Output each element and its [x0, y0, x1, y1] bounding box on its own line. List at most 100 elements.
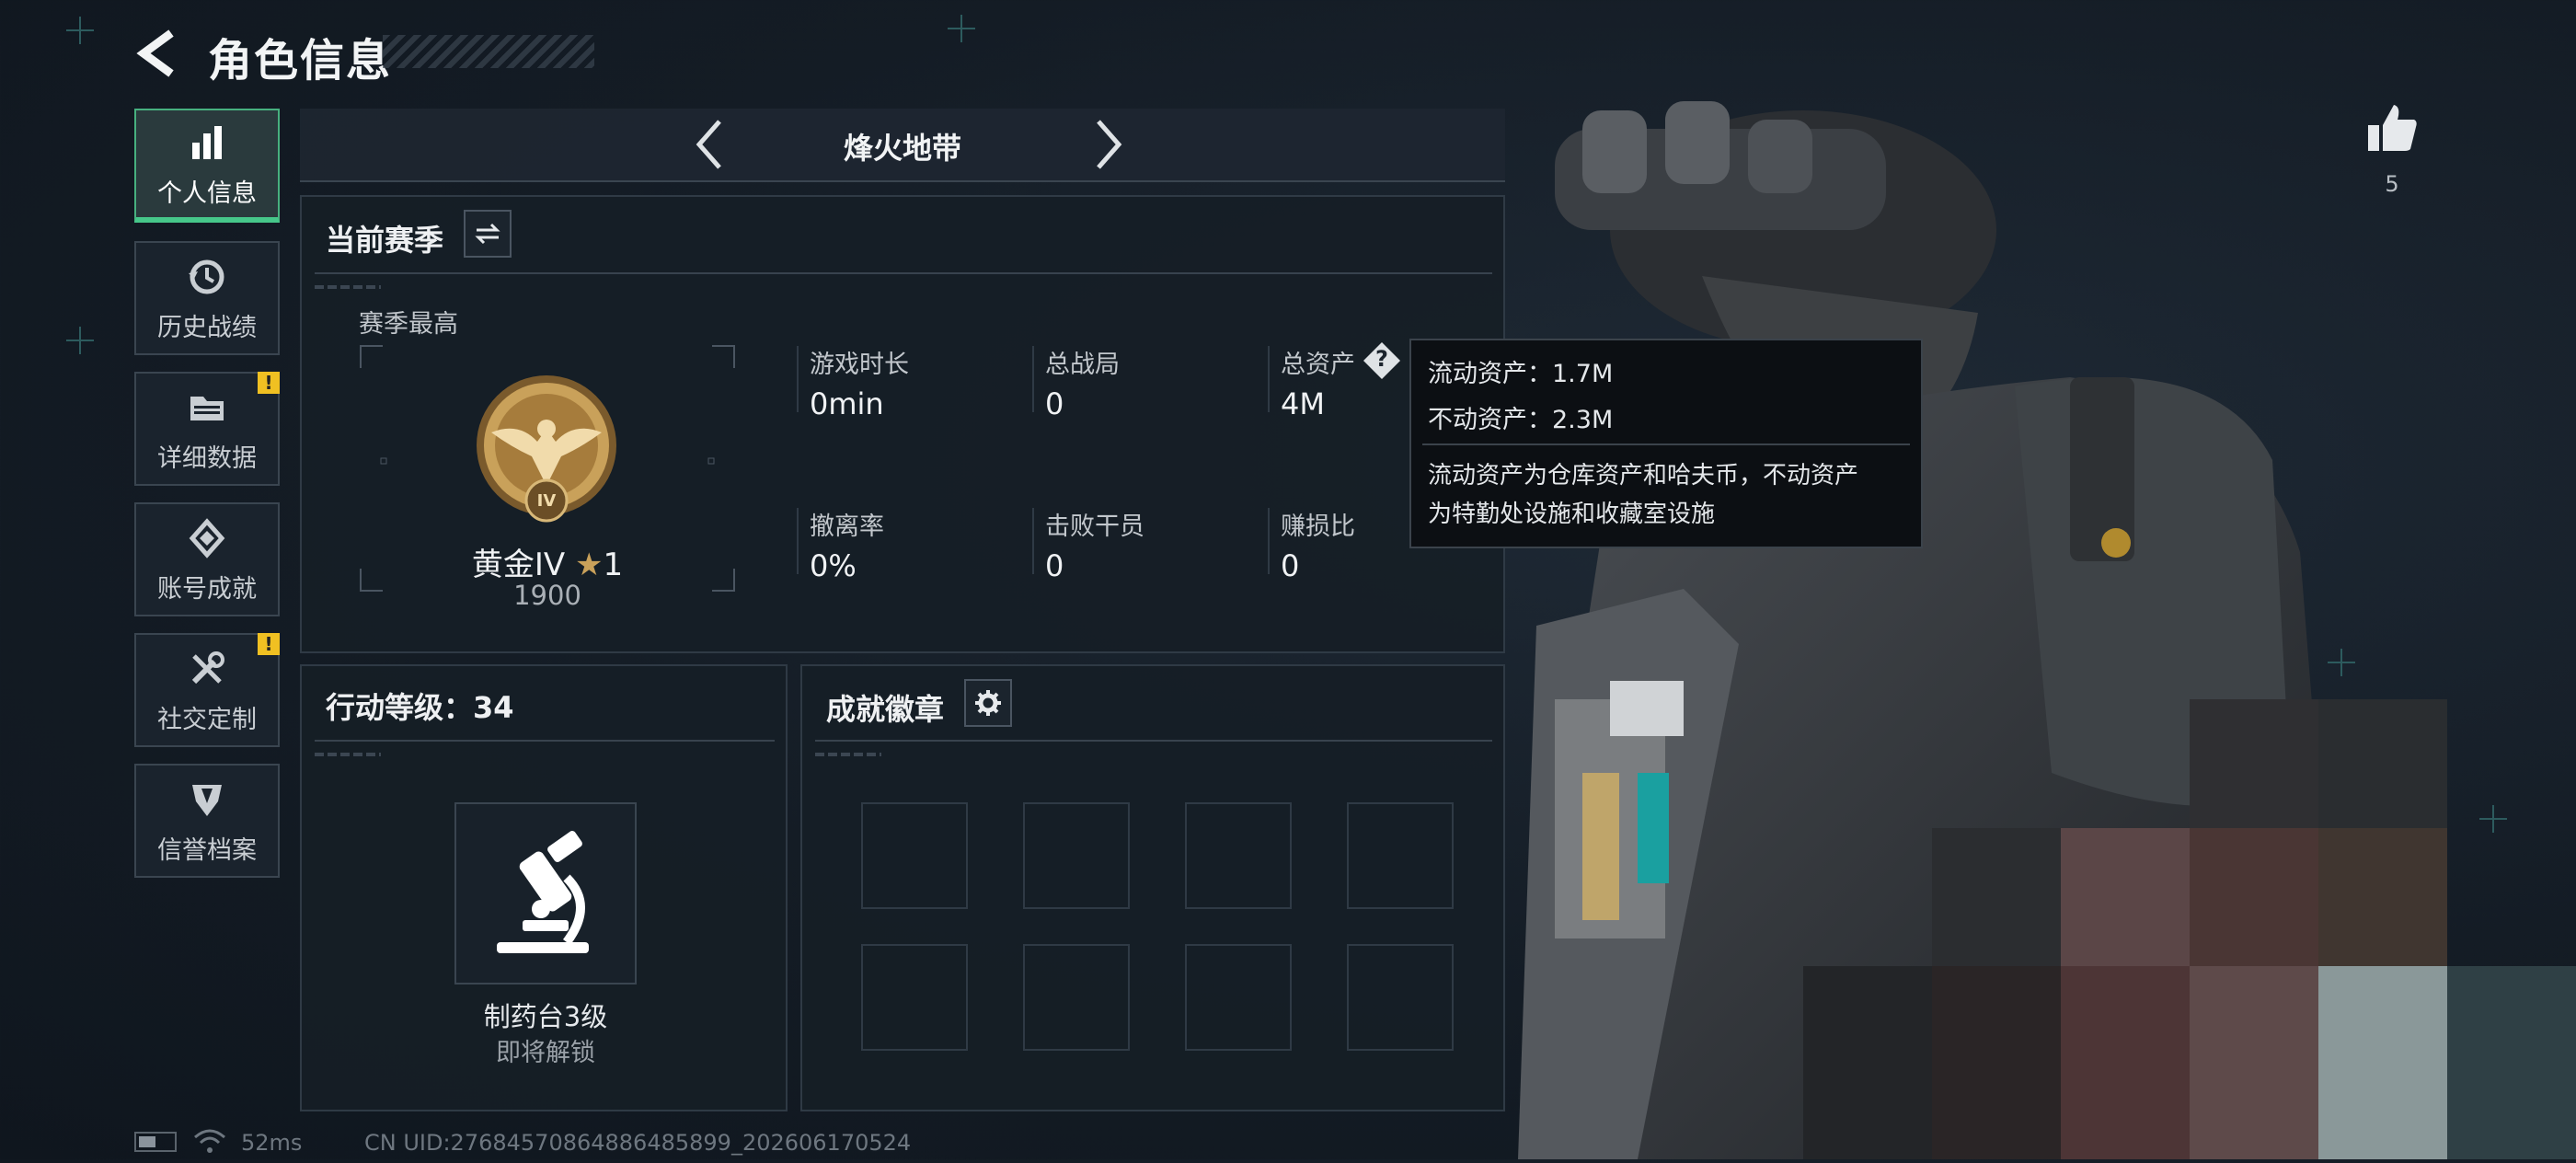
battery-icon: [134, 1132, 177, 1152]
stat-value: 0: [1045, 386, 1064, 421]
ping-value: 52ms: [241, 1130, 303, 1156]
sidebar-item-label: 账号成就: [157, 574, 257, 604]
stat-label: 游戏时长: [810, 351, 909, 379]
rank-line: 黄金IV ★1: [359, 539, 736, 584]
assets-tooltip: 流动资产：1.7M 不动资产：2.3M 流动资产为仓库资产和哈夫币，不动资产 为…: [1409, 339, 1923, 548]
page-title: 角色信息: [208, 35, 393, 86]
sidebar-item-history[interactable]: 历史战绩: [134, 241, 280, 355]
badge-slot[interactable]: [1347, 944, 1454, 1051]
stat-label: 总战局: [1045, 351, 1120, 379]
bar-chart-icon: [184, 120, 230, 166]
divider: [1268, 346, 1270, 412]
sidebar-item-label: 历史战绩: [157, 313, 257, 342]
rank-score: 1900: [513, 580, 581, 611]
stat-value: 4M: [1281, 386, 1325, 421]
uid-text: CN UID:27684570864886485899_202606170524: [364, 1130, 912, 1156]
divider: [315, 740, 775, 742]
mosaic-block: [2318, 699, 2447, 828]
microscope-icon: [497, 831, 589, 953]
mode-label: 烽火地带: [843, 131, 961, 166]
alert-badge: !: [258, 372, 280, 394]
mosaic-block: [1803, 966, 1932, 1159]
mode-selector: 烽火地带: [300, 109, 1505, 182]
character-model[interactable]: [1500, 74, 2576, 1159]
badge-slot[interactable]: [1185, 802, 1292, 909]
badges-panel: 成就徽章: [800, 664, 1505, 1111]
divider: [1268, 508, 1270, 574]
decor-cross: [948, 15, 975, 42]
rank-name: 黄金IV: [471, 547, 566, 583]
thumbs-up-icon: [2368, 105, 2417, 151]
sidebar-item-label: 社交定制: [157, 705, 257, 734]
sidebar-item-achievements[interactable]: 账号成就: [134, 502, 280, 616]
unlock-item-tile[interactable]: [454, 802, 637, 985]
stat-value: 0: [1281, 548, 1300, 583]
divider: [815, 740, 1492, 742]
mosaic-block: [2061, 828, 2190, 966]
tooltip-description-2: 为特勤处设施和收藏室设施: [1428, 501, 1716, 528]
season-panel: 当前赛季 赛季最高 IV 黄金IV ★1 1900 游戏时长 0min 总战局 …: [300, 195, 1505, 653]
wifi-icon: [194, 1129, 225, 1153]
decor-cross: [66, 17, 94, 44]
folder-icon: [184, 385, 230, 431]
sidebar-item-detailed-data[interactable]: ! 详细数据: [134, 372, 280, 486]
sidebar-item-social[interactable]: ! 社交定制: [134, 633, 280, 747]
unlock-status: 即将解锁: [496, 1039, 595, 1067]
help-button[interactable]: ?: [1362, 340, 1402, 381]
badges-title: 成就徽章: [826, 692, 945, 727]
badge-slot[interactable]: [861, 944, 968, 1051]
season-best-label: 赛季最高: [359, 310, 458, 339]
badge-slot[interactable]: [861, 802, 968, 909]
action-level-title: 行动等级：34: [326, 690, 514, 725]
stat-label: 撤离率: [810, 512, 884, 541]
season-switch-button[interactable]: [464, 210, 512, 258]
swap-icon: [475, 223, 500, 245]
badge-slot[interactable]: [1023, 802, 1130, 909]
sidebar-item-personal-info[interactable]: 个人信息: [134, 109, 280, 223]
divider: [315, 272, 1492, 274]
chevron-right-icon: [1097, 120, 1122, 169]
badge-settings-button[interactable]: [964, 679, 1012, 727]
decor-dash: [815, 753, 881, 756]
back-button[interactable]: [131, 28, 186, 79]
back-arrow-icon: [136, 29, 174, 77]
mosaic-block: [2318, 966, 2447, 1159]
sidebar-item-label: 信誉档案: [157, 835, 257, 865]
sidebar-item-label: 详细数据: [157, 443, 257, 473]
decor-dash: [315, 753, 381, 756]
next-mode-button[interactable]: [1080, 114, 1135, 175]
star-icon: ★: [574, 547, 604, 583]
achievement-icon: [184, 515, 230, 561]
tools-icon: [184, 646, 230, 692]
gear-icon: [975, 690, 1001, 716]
shield-icon: [184, 777, 230, 823]
sidebar-item-label: 个人信息: [157, 178, 257, 208]
stat-label: 赚损比: [1281, 512, 1355, 541]
stat-value: 0min: [810, 386, 884, 421]
stat-label: 击败干员: [1045, 512, 1144, 541]
mosaic-block: [2061, 966, 2190, 1159]
divider: [1032, 508, 1034, 574]
liquid-assets: 流动资产：1.7M: [1428, 360, 1614, 388]
medal-numeral: IV: [536, 491, 557, 511]
mosaic-block: [2190, 966, 2318, 1159]
action-level-panel: 行动等级：34 制药台3级 即将解锁: [300, 664, 788, 1111]
mosaic-block: [2318, 828, 2447, 966]
fixed-assets: 不动资产：2.3M: [1428, 406, 1614, 434]
sidebar-item-reputation[interactable]: 信誉档案: [134, 764, 280, 878]
mosaic-block: [2447, 966, 2576, 1159]
mosaic-block: [2190, 828, 2318, 966]
mosaic-block: [1932, 966, 2061, 1159]
divider: [797, 508, 799, 574]
mosaic-block: [2190, 699, 2318, 828]
unlock-item-name: 制药台3级: [483, 1001, 608, 1032]
decor-dash: [315, 285, 381, 289]
badge-slot[interactable]: [1023, 944, 1130, 1051]
divider: [1422, 443, 1910, 445]
mosaic-block: [1932, 828, 2061, 966]
decor-cross: [66, 327, 94, 354]
badge-slot[interactable]: [1347, 802, 1454, 909]
like-button[interactable]: [2364, 101, 2420, 156]
badge-slot[interactable]: [1185, 944, 1292, 1051]
season-title: 当前赛季: [326, 223, 444, 258]
